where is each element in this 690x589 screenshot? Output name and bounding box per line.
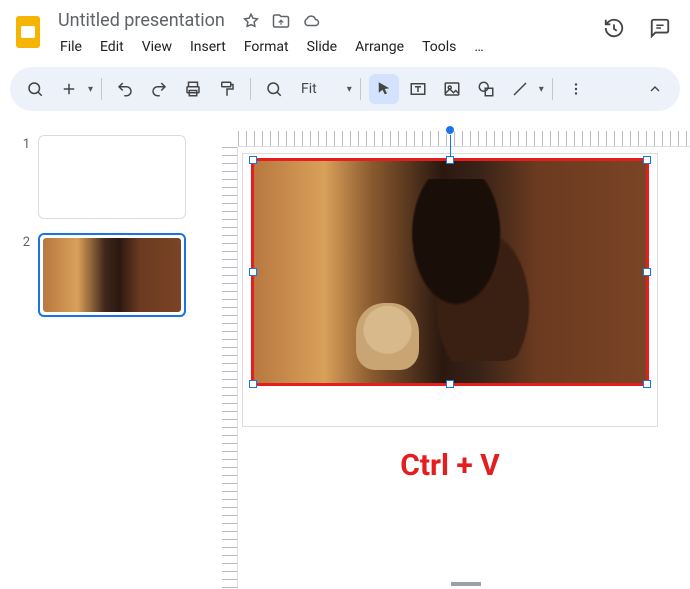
resize-handle-mr[interactable] <box>643 268 651 276</box>
textbox-button[interactable] <box>403 74 433 104</box>
cloud-status-icon[interactable] <box>301 11 321 31</box>
pasted-image-content <box>254 161 646 383</box>
zoom-dropdown-icon[interactable]: ▾ <box>347 84 352 95</box>
menu-tools[interactable]: Tools <box>414 35 464 59</box>
resize-handle-br[interactable] <box>643 380 651 388</box>
shortcut-annotation: Ctrl + V <box>400 448 500 483</box>
shape-button[interactable] <box>471 74 501 104</box>
line-button[interactable] <box>505 74 535 104</box>
doc-title[interactable]: Untitled presentation <box>52 8 231 33</box>
collapse-toolbar-button[interactable] <box>640 74 670 104</box>
rotation-handle[interactable] <box>445 125 455 135</box>
menu-arrange[interactable]: Arrange <box>347 35 412 59</box>
zoom-label: Fit <box>301 81 317 97</box>
thumbnail-panel: 1 2 <box>0 121 200 589</box>
menu-insert[interactable]: Insert <box>182 35 234 59</box>
thumbnail-number: 1 <box>14 135 30 152</box>
image-button[interactable] <box>437 74 467 104</box>
resize-handle-bm[interactable] <box>446 380 454 388</box>
selected-image[interactable] <box>251 158 649 386</box>
redo-button[interactable] <box>144 74 174 104</box>
thumbnail-number: 2 <box>14 233 30 250</box>
menu-file[interactable]: File <box>52 35 90 59</box>
zoom-button[interactable] <box>259 74 289 104</box>
menu-more[interactable]: … <box>466 35 491 59</box>
new-slide-dropdown-icon[interactable]: ▾ <box>88 84 93 95</box>
speaker-notes-grip[interactable] <box>451 582 481 586</box>
resize-handle-tr[interactable] <box>643 156 651 164</box>
new-slide-button[interactable] <box>54 74 84 104</box>
zoom-dropdown[interactable]: Fit <box>293 74 325 104</box>
thumbnail-slide-2[interactable] <box>38 233 186 317</box>
select-tool-button[interactable] <box>369 74 399 104</box>
undo-button[interactable] <box>110 74 140 104</box>
resize-handle-ml[interactable] <box>249 268 257 276</box>
resize-handle-bl[interactable] <box>249 380 257 388</box>
history-icon[interactable] <box>600 14 628 42</box>
vertical-ruler[interactable] <box>222 147 238 589</box>
menu-view[interactable]: View <box>134 35 180 59</box>
thumbnail-slide-1[interactable] <box>38 135 186 219</box>
menu-bar: File Edit View Insert Format Slide Arran… <box>48 33 492 65</box>
slides-logo[interactable] <box>8 12 48 52</box>
star-icon[interactable] <box>241 11 261 31</box>
line-dropdown-icon[interactable]: ▾ <box>539 84 544 95</box>
move-icon[interactable] <box>271 11 291 31</box>
thumbnail-image <box>43 238 181 312</box>
canvas-area: Ctrl + V <box>200 121 690 589</box>
rotation-stem <box>450 133 451 157</box>
toolbar: ▾ Fit ▾ ▾ <box>10 67 680 111</box>
paint-format-button[interactable] <box>212 74 242 104</box>
more-tools-button[interactable] <box>561 74 591 104</box>
print-button[interactable] <box>178 74 208 104</box>
slide-canvas[interactable]: Ctrl + V <box>242 153 658 427</box>
menu-edit[interactable]: Edit <box>92 35 132 59</box>
resize-handle-tl[interactable] <box>249 156 257 164</box>
search-button[interactable] <box>20 74 50 104</box>
menu-format[interactable]: Format <box>236 35 297 59</box>
menu-slide[interactable]: Slide <box>299 35 345 59</box>
comments-icon[interactable] <box>646 14 674 42</box>
resize-handle-tm[interactable] <box>446 156 454 164</box>
horizontal-ruler[interactable] <box>238 131 690 147</box>
